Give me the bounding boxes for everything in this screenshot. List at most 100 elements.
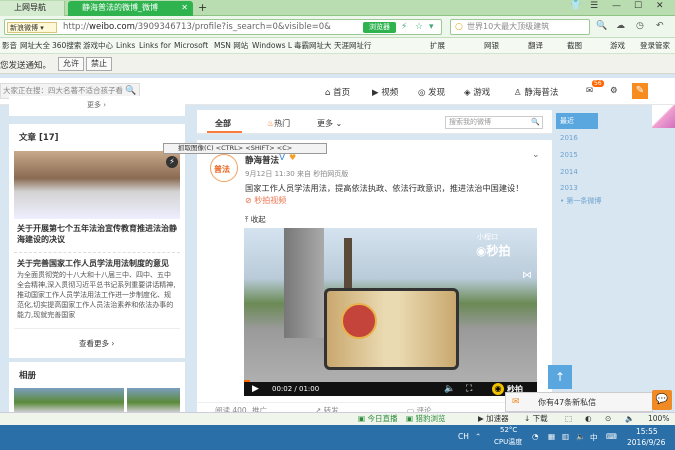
search-input[interactable]: ○ 世界10大最大顶级建筑 xyxy=(450,19,590,35)
bookmark-7[interactable]: Microsoft xyxy=(174,38,208,53)
close-window-icon[interactable]: ✕ xyxy=(656,1,664,11)
chat-icon[interactable]: 💬 xyxy=(652,390,672,410)
browser-mode-button[interactable]: 浏览器 xyxy=(363,22,396,33)
scroll-to-top-button[interactable]: ↑ xyxy=(548,365,572,389)
bookmark-11[interactable]: 天涯网址行 xyxy=(334,38,372,53)
dropdown-icon[interactable]: ▾ xyxy=(429,23,434,32)
maximize-icon[interactable]: ☐ xyxy=(634,1,642,11)
tool-translate[interactable]: 翻译 xyxy=(528,38,543,53)
volume-icon[interactable]: 🔈 xyxy=(576,432,585,441)
timeline-first-post[interactable]: • 第一条微博 xyxy=(556,193,601,209)
nav-discover[interactable]: ◎ 发现 xyxy=(418,86,445,98)
tab-navigation[interactable]: 上网导航 xyxy=(0,1,65,16)
video-link[interactable]: ⊘ 秒拍视频 xyxy=(245,195,286,206)
search-icon[interactable]: 🔍 xyxy=(596,22,607,31)
nav-video[interactable]: ▶ 视频 xyxy=(372,86,398,98)
minimize-icon[interactable]: — xyxy=(612,1,621,11)
nav-user[interactable]: ♙ 静海普法 xyxy=(514,86,558,98)
album-photo-1[interactable] xyxy=(14,388,124,412)
timeline-year-2014[interactable]: 2014 xyxy=(556,164,598,180)
bookmark-8[interactable]: MSN 网站 xyxy=(214,38,248,53)
input-language[interactable]: CH xyxy=(458,432,469,441)
tray-icon-1[interactable]: ◔ xyxy=(532,432,539,441)
ime-icon[interactable]: 中 xyxy=(590,432,598,443)
status-live[interactable]: ▣ 今日直播 xyxy=(358,413,397,425)
tool-bank[interactable]: 网银 xyxy=(484,38,499,53)
star-icon[interactable]: ☆ xyxy=(415,23,423,32)
skin-icon[interactable]: 👕 xyxy=(570,1,581,11)
site-badge[interactable]: 新浪微博 ▾ xyxy=(7,22,57,33)
tray-icon-2[interactable]: ▦ xyxy=(548,432,555,441)
fullscreen-icon[interactable]: ⛶ xyxy=(466,384,472,394)
tray-up-icon[interactable]: ⌃ xyxy=(475,432,481,441)
keyboard-icon[interactable]: ⌨ xyxy=(606,432,617,441)
search-icon[interactable]: 🔍 xyxy=(125,86,136,96)
video-player[interactable]: 小程口 ◉秒拍 ⋈ ▶ 00:02 / 01:00 🔈 ⛶ ◉ 秒拍 xyxy=(244,228,537,396)
timeline-recent[interactable]: 最近 xyxy=(556,113,598,129)
status-icon-4[interactable]: 🔈 xyxy=(625,413,634,425)
nav-home[interactable]: ⌂ 首页 xyxy=(325,86,350,98)
compose-icon[interactable]: ✎ xyxy=(632,83,648,99)
bookmark-6[interactable]: Links for xyxy=(139,38,171,53)
settings-icon[interactable]: ⚙ xyxy=(610,86,618,96)
play-icon[interactable]: ▶ xyxy=(252,384,259,394)
articles-card: 文章 [17] ⚡ 关于开展第七个五年法治宣传教育推进法治静海建设的决议 关于完… xyxy=(9,124,185,358)
tool-extensions[interactable]: 扩展 xyxy=(430,38,445,53)
address-input[interactable]: 新浪微博 ▾ http://weibo.com/3909346713/profi… xyxy=(4,19,442,35)
bookmark-5[interactable]: Links xyxy=(116,38,135,53)
post-author[interactable]: 静海普法 xyxy=(245,154,279,166)
nav-games[interactable]: ◈ 游戏 xyxy=(464,86,490,98)
article2-title[interactable]: 关于完善国家工作人员学法用法制度的意见 xyxy=(17,258,177,269)
back-icon[interactable]: ↶ xyxy=(656,22,664,31)
timeline-year-2016[interactable]: 2016 xyxy=(556,130,598,146)
context-menu-tooltip[interactable]: 抓取图像(C) <CTRL> <SHIFT> <C> xyxy=(163,143,327,154)
menu-icon[interactable]: ☰ xyxy=(590,1,598,11)
zoom-level[interactable]: 100% xyxy=(648,413,669,425)
share-icon[interactable]: ⋈ xyxy=(522,270,532,281)
close-tab-icon[interactable]: ✕ xyxy=(181,1,188,15)
bookmark-3[interactable]: 360搜索 xyxy=(52,38,81,53)
status-icon-3[interactable]: ⊙ xyxy=(605,413,611,425)
status-accelerator[interactable]: ▶ 加速器 xyxy=(478,413,509,425)
status-download[interactable]: ↓ 下载 xyxy=(524,413,548,425)
post-options-icon[interactable]: ⌄ xyxy=(532,150,540,160)
collapse-link[interactable]: ⤒ 收起 xyxy=(245,214,266,225)
message-popup[interactable]: ✉ 你有47条新私信 xyxy=(505,392,653,412)
tool-login-manager[interactable]: 登录管家 xyxy=(640,38,670,53)
avatar[interactable]: 普法 xyxy=(210,154,238,182)
album-photo-2[interactable] xyxy=(127,388,180,412)
allow-button[interactable]: 允许 xyxy=(58,57,84,71)
article1-title[interactable]: 关于开展第七个五年法治宣传教育推进法治静海建设的决议 xyxy=(17,223,177,245)
bookmark-2[interactable]: 网址大全 xyxy=(20,38,50,53)
see-more-link[interactable]: 查看更多 › xyxy=(79,338,114,349)
volume-icon[interactable]: 🔈 xyxy=(444,384,455,394)
article-thumbnail[interactable] xyxy=(14,151,180,219)
cloud-icon[interactable]: ☁ xyxy=(616,22,625,31)
more-link-top[interactable]: 更多 › xyxy=(87,100,106,110)
tab-weibo[interactable]: 静海普法的微博_微博 ✕ xyxy=(68,1,193,16)
clock-time[interactable]: 15:55 xyxy=(636,427,658,436)
tool-games[interactable]: 游戏 xyxy=(610,38,625,53)
bookmark-9[interactable]: Windows L xyxy=(252,38,292,53)
tab-hot[interactable]: ♨热门 xyxy=(267,118,290,129)
message-icon[interactable]: ✉ xyxy=(586,86,593,96)
lightning-icon[interactable]: ⚡ xyxy=(401,23,407,32)
feed-search-input[interactable]: 搜索我的微博 🔍 xyxy=(445,116,543,129)
tool-screenshot[interactable]: 截图 xyxy=(567,38,582,53)
progress-bar[interactable] xyxy=(244,380,250,382)
bookmark-10[interactable]: 毒霸网址大 xyxy=(294,38,332,53)
new-tab-button[interactable]: + xyxy=(198,1,207,14)
status-icon-1[interactable]: ⬚ xyxy=(565,413,572,425)
network-icon[interactable]: ▥ xyxy=(562,432,569,441)
history-icon[interactable]: ◷ xyxy=(636,22,644,31)
deny-button[interactable]: 禁止 xyxy=(86,57,112,71)
clock-date[interactable]: 2016/9/26 xyxy=(627,438,665,447)
tab-all[interactable]: 全部 xyxy=(215,118,231,129)
bookmark-1[interactable]: 影音 xyxy=(2,38,17,53)
bookmark-4[interactable]: 游戏中心 xyxy=(83,38,113,53)
tab-more[interactable]: 更多 ⌄ xyxy=(317,118,342,129)
status-icon-2[interactable]: ◐ xyxy=(585,413,592,425)
timeline-year-2015[interactable]: 2015 xyxy=(556,147,598,163)
status-cheetah[interactable]: ▣ 猎豹浏览 xyxy=(406,413,445,425)
miaopai-logo-icon: ◉ xyxy=(492,383,504,395)
